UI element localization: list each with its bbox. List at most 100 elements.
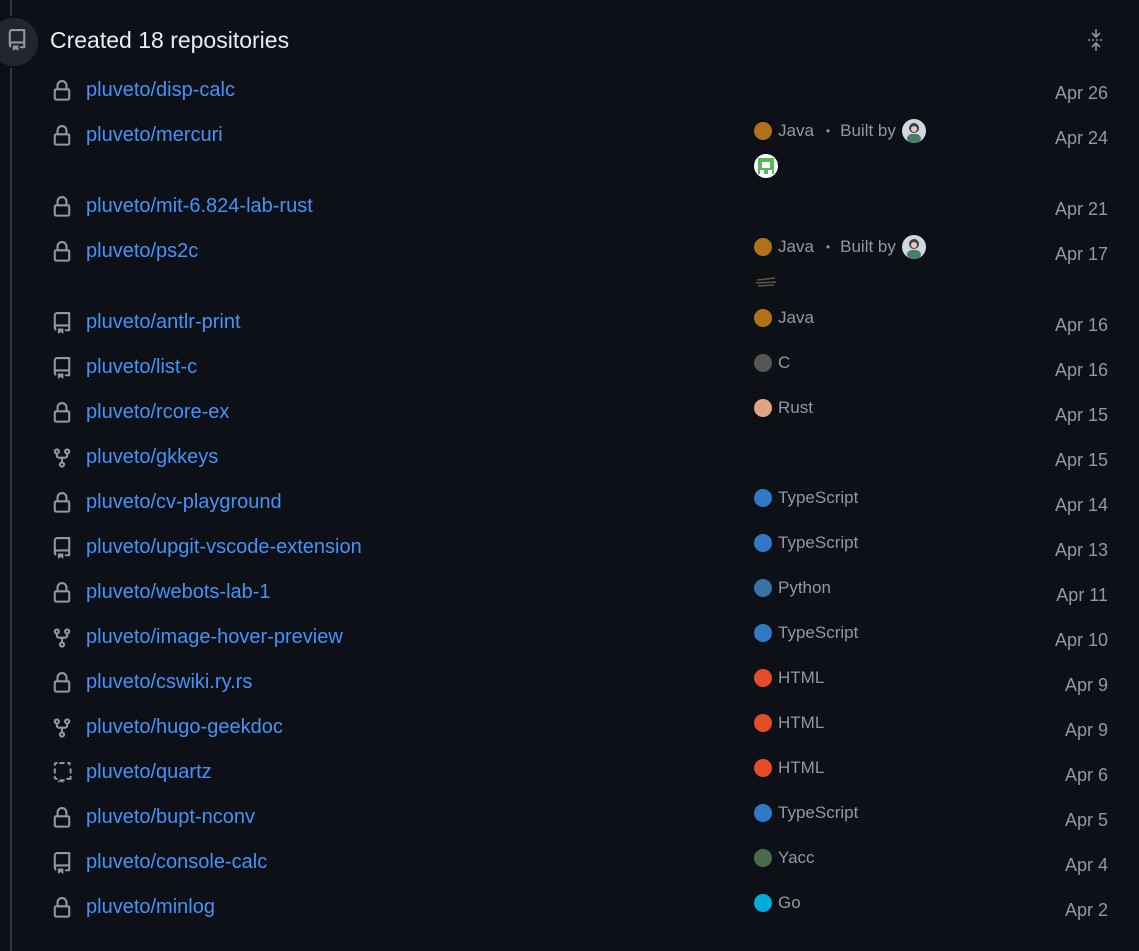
language-color-dot [754,122,772,140]
repo-list-item: pluveto/cswiki.ry.rs HTML Apr 9 [0,660,1139,705]
repo-link[interactable]: pluveto/console-calc [86,849,267,875]
repo-date: Apr 21 [1054,199,1108,219]
section-title: Created 18 repositories [50,27,290,53]
repo-link[interactable]: pluveto/minlog [86,894,215,920]
fork-icon [51,447,73,469]
timeline-badge [0,16,40,68]
lock-icon [51,402,73,424]
repo-link[interactable]: pluveto/hugo-geekdoc [86,714,283,740]
collapse-button[interactable] [1080,26,1112,58]
repo-icon [51,312,73,334]
language-label: Java [778,308,814,327]
repo-list-item: pluveto/disp-calc Apr 26 [0,68,1139,113]
language-label: TypeScript [778,803,859,822]
repo-list-item: pluveto/antlr-print Java Apr 16 [0,300,1139,345]
repo-list-item: pluveto/minlog Go Apr 2 [0,885,1139,930]
fold-icon [1086,27,1106,58]
repo-date: Apr 15 [1054,450,1108,470]
contributor-avatar[interactable] [754,270,778,294]
repo-language: HTML [754,665,824,691]
repo-link[interactable]: pluveto/gkkeys [86,444,218,470]
repo-link[interactable]: pluveto/list-c [86,354,197,380]
contributor-avatar[interactable] [901,235,926,259]
fork-icon [51,627,73,649]
repo-list-item: pluveto/list-c C Apr 16 [0,345,1139,390]
repo-list-item: pluveto/image-hover-preview TypeScript Apr… [0,615,1139,660]
language-color-dot [754,489,772,507]
repo-date: Apr 13 [1054,540,1108,560]
repo-icon [51,852,73,874]
language-label: Rust [778,398,813,417]
language-label: C [778,353,791,372]
language-label: TypeScript [778,488,859,507]
repo-icon [0,28,28,56]
repo-language: C [754,350,790,376]
language-label: TypeScript [778,533,859,552]
repo-date: Apr 26 [1054,83,1108,103]
lock-icon [51,125,73,147]
repo-language: TypeScript [754,800,858,826]
language-label: HTML [778,668,825,687]
language-label: Java [778,121,814,140]
repo-date: Apr 6 [1064,765,1108,785]
repo-link[interactable]: pluveto/cv-playground [86,489,282,515]
repo-link[interactable]: pluveto/cswiki.ry.rs [86,669,252,695]
language-label: Yacc [778,848,815,867]
repo-date: Apr 16 [1054,360,1108,380]
repo-link[interactable]: pluveto/mercuri [86,122,223,148]
language-label: Go [778,893,801,912]
repo-date: Apr 24 [1054,128,1108,148]
repo-list-item: pluveto/cv-playground TypeScript Apr 14 [0,480,1139,525]
repo-list-item: pluveto/gkkeys Apr 15 [0,435,1139,480]
repo-list-item: pluveto/bupt-nconv TypeScript Apr 5 [0,795,1139,840]
repo-list-item: pluveto/hugo-geekdoc HTML Apr 9 [0,705,1139,750]
language-label: TypeScript [778,623,859,642]
repo-link[interactable]: pluveto/disp-calc [86,77,235,103]
lock-icon [51,241,73,263]
language-color-dot [754,894,772,912]
repo-list-item: pluveto/mit-6.824-lab-rust Apr 21 [0,184,1139,229]
contributor-avatar[interactable] [901,119,926,143]
repo-date: Apr 15 [1054,405,1108,425]
repo-link[interactable]: pluveto/quartz [86,759,212,785]
separator-dot: • [825,124,831,138]
repo-link[interactable]: pluveto/ps2c [86,238,198,264]
repo-link[interactable]: pluveto/upgit-vscode-extension [86,534,362,560]
repo-date: Apr 4 [1064,855,1108,875]
repo-date: Apr 11 [1056,585,1108,605]
repo-language: Java • Built by [754,234,926,260]
repo-link[interactable]: pluveto/mit-6.824-lab-rust [86,193,313,219]
repo-link[interactable]: pluveto/bupt-nconv [86,804,255,830]
repo-list-item: pluveto/quartz HTML Apr 6 [0,750,1139,795]
language-color-dot [754,849,772,867]
separator-dot: • [825,240,831,254]
repo-link[interactable]: pluveto/rcore-ex [86,399,229,425]
repo-link[interactable]: pluveto/antlr-print [86,309,241,335]
repo-language: Go [754,890,801,916]
repo-list-item: pluveto/mercuri Java • Built by Apr 24 [0,113,1139,178]
repo-language: Java • Built by [754,118,926,144]
language-label: Python [778,578,831,597]
repo-date: Apr 17 [1054,244,1108,264]
repo-link[interactable]: pluveto/webots-lab-1 [86,579,271,605]
built-by-label: Built by [840,237,896,256]
language-label: HTML [778,713,825,732]
lock-icon [51,196,73,218]
repo-language: Java [754,305,814,331]
lock-icon [51,582,73,604]
repo-language: Python [754,575,831,601]
repo-date: Apr 16 [1054,315,1108,335]
contributor-avatar[interactable] [754,154,778,178]
repo-list-item: pluveto/upgit-vscode-extension TypeScript… [0,525,1139,570]
language-color-dot [754,354,772,372]
fork-icon [51,717,73,739]
lock-icon [51,897,73,919]
repo-link[interactable]: pluveto/image-hover-preview [86,624,343,650]
repo-language: Yacc [754,845,815,871]
language-color-dot [754,804,772,822]
repo-language: TypeScript [754,530,858,556]
repo-language: HTML [754,710,824,736]
repo-date: Apr 2 [1064,900,1108,920]
repo-language: TypeScript [754,485,858,511]
built-by-label: Built by [840,121,896,140]
